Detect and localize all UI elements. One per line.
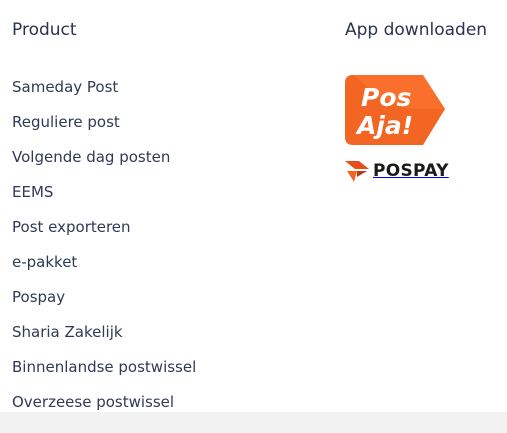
bottom-strip xyxy=(0,412,507,433)
link-overzeese-postwissel[interactable]: Overzeese postwissel xyxy=(12,393,174,411)
app-download-heading: App downloaden xyxy=(345,20,488,40)
list-item: Reguliere post xyxy=(12,111,196,146)
posaja-line2: Aja! xyxy=(355,111,413,140)
list-item: Post exporteren xyxy=(12,216,196,251)
link-eems[interactable]: EEMS xyxy=(12,183,53,201)
link-sameday-post[interactable]: Sameday Post xyxy=(12,78,118,96)
posaja-line1: Pos xyxy=(361,83,411,112)
link-binnenlandse-postwissel[interactable]: Binnenlandse postwissel xyxy=(12,358,196,376)
list-item: Sharia Zakelijk xyxy=(12,321,196,356)
list-item: Volgende dag posten xyxy=(12,146,196,181)
list-item: Sameday Post xyxy=(12,76,196,111)
link-pospay[interactable]: Pospay xyxy=(12,288,65,306)
pospay-logo-icon xyxy=(345,161,369,182)
link-volgende-dag-posten[interactable]: Volgende dag posten xyxy=(12,148,170,166)
product-heading: Product xyxy=(12,20,77,40)
link-sharia-zakelijk[interactable]: Sharia Zakelijk xyxy=(12,323,123,341)
link-e-pakket[interactable]: e-pakket xyxy=(12,253,77,271)
list-item: e-pakket xyxy=(12,251,196,286)
app-download-column: App downloaden Pos Aja! POSPAY xyxy=(345,18,507,182)
product-column: Product Sameday Post Reguliere post Volg… xyxy=(12,18,312,411)
list-item: Pospay xyxy=(12,286,196,321)
list-item: Binnenlandse postwissel xyxy=(12,356,196,391)
footer-panel: Product Sameday Post Reguliere post Volg… xyxy=(0,0,507,412)
pospay-label: POSPAY xyxy=(373,161,449,181)
posaja-logo-icon: Pos Aja! xyxy=(345,75,445,145)
product-link-list: Sameday Post Reguliere post Volgende dag… xyxy=(12,76,196,426)
pospay-app-link[interactable]: POSPAY xyxy=(345,156,475,186)
link-reguliere-post[interactable]: Reguliere post xyxy=(12,113,120,131)
link-post-exporteren[interactable]: Post exporteren xyxy=(12,218,131,236)
posaja-app-link[interactable]: Pos Aja! xyxy=(345,75,445,145)
list-item: EEMS xyxy=(12,181,196,216)
